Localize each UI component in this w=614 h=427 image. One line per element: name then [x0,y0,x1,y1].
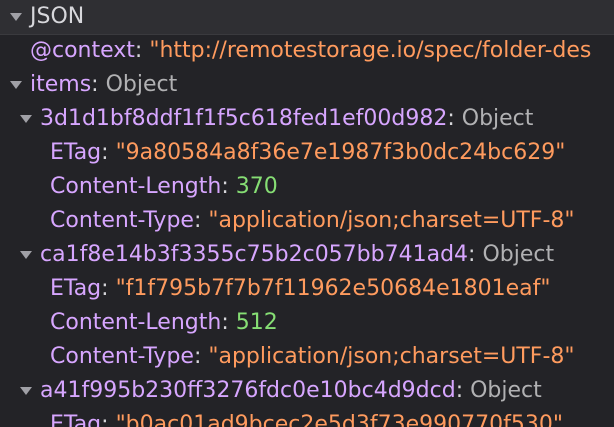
tree-key: Content-Length [50,174,222,199]
tree-key: items [30,72,92,97]
tree-row-object[interactable]: ca1f8e14b3f3355c75b2c057bb741ad4: Object [0,238,614,272]
tree-row-content-length[interactable]: Content-Length: 512 [50,306,278,340]
tree-row-etag[interactable]: ETag: "9a80584a8f36e7e1987f3b0dc24bc629" [50,136,565,170]
tree-value: Object [105,72,178,97]
tree-row-content-length[interactable]: Content-Length: 370 [50,170,278,204]
tree-value: Object [482,242,555,267]
tree-row-content-type[interactable]: Content-Type: "application/json;charset=… [50,340,575,374]
tree-value: 370 [235,174,278,199]
tree-row-items[interactable]: items: Object [0,68,614,102]
tree-value: "http://remotestorage.io/spec/folder-des [149,38,592,63]
tree-value: "b0ac01ad9bcec2e5d3f73e990770f530" [115,412,563,427]
tree-key: Content-Type [50,344,194,369]
tree-key: ETag [50,276,102,301]
tree-value: "application/json;charset=UTF-8" [208,208,575,233]
tree-row-etag[interactable]: ETag: "b0ac01ad9bcec2e5d3f73e990770f530" [50,408,563,427]
tree-value: "f1f795b7f7b7f11962e50684e1801eaf" [115,276,551,301]
tree-key: a41f995b230ff3276fdc0e10bc4d9dcd [40,378,456,403]
tree-value: "9a80584a8f36e7e1987f3b0dc24bc629" [115,140,566,165]
tree-key: 3d1d1bf8ddf1f1f5c618fed1ef00d982 [40,106,448,131]
json-section-header[interactable]: JSON [0,0,614,35]
tree-key: @context [30,38,135,63]
tree-key: Content-Type [50,208,194,233]
tree-row-object[interactable]: 3d1d1bf8ddf1f1f5c618fed1ef00d982: Object [0,102,614,136]
expand-triangle-icon[interactable] [20,387,32,395]
tree-key: Content-Length [50,310,222,335]
section-title: JSON [30,4,85,29]
tree-row-content-type[interactable]: Content-Type: "application/json;charset=… [50,204,575,238]
tree-key: ca1f8e14b3f3355c75b2c057bb741ad4 [40,242,469,267]
tree-value: Object [470,378,542,403]
tree-row-context[interactable]: @context: "http://remotestorage.io/spec/… [30,34,591,68]
tree-row-etag[interactable]: ETag: "f1f795b7f7b7f11962e50684e1801eaf" [50,272,550,306]
expand-triangle-icon[interactable] [10,81,22,89]
tree-key: ETag [50,412,102,427]
collapse-triangle-icon[interactable] [10,13,22,21]
tree-value: "application/json;charset=UTF-8" [208,344,575,369]
tree-key: ETag [50,140,102,165]
tree-value: 512 [235,310,278,335]
expand-triangle-icon[interactable] [20,115,32,123]
tree-value: Object [461,106,534,131]
tree-row-object[interactable]: a41f995b230ff3276fdc0e10bc4d9dcd: Object [0,374,614,408]
expand-triangle-icon[interactable] [20,251,32,259]
